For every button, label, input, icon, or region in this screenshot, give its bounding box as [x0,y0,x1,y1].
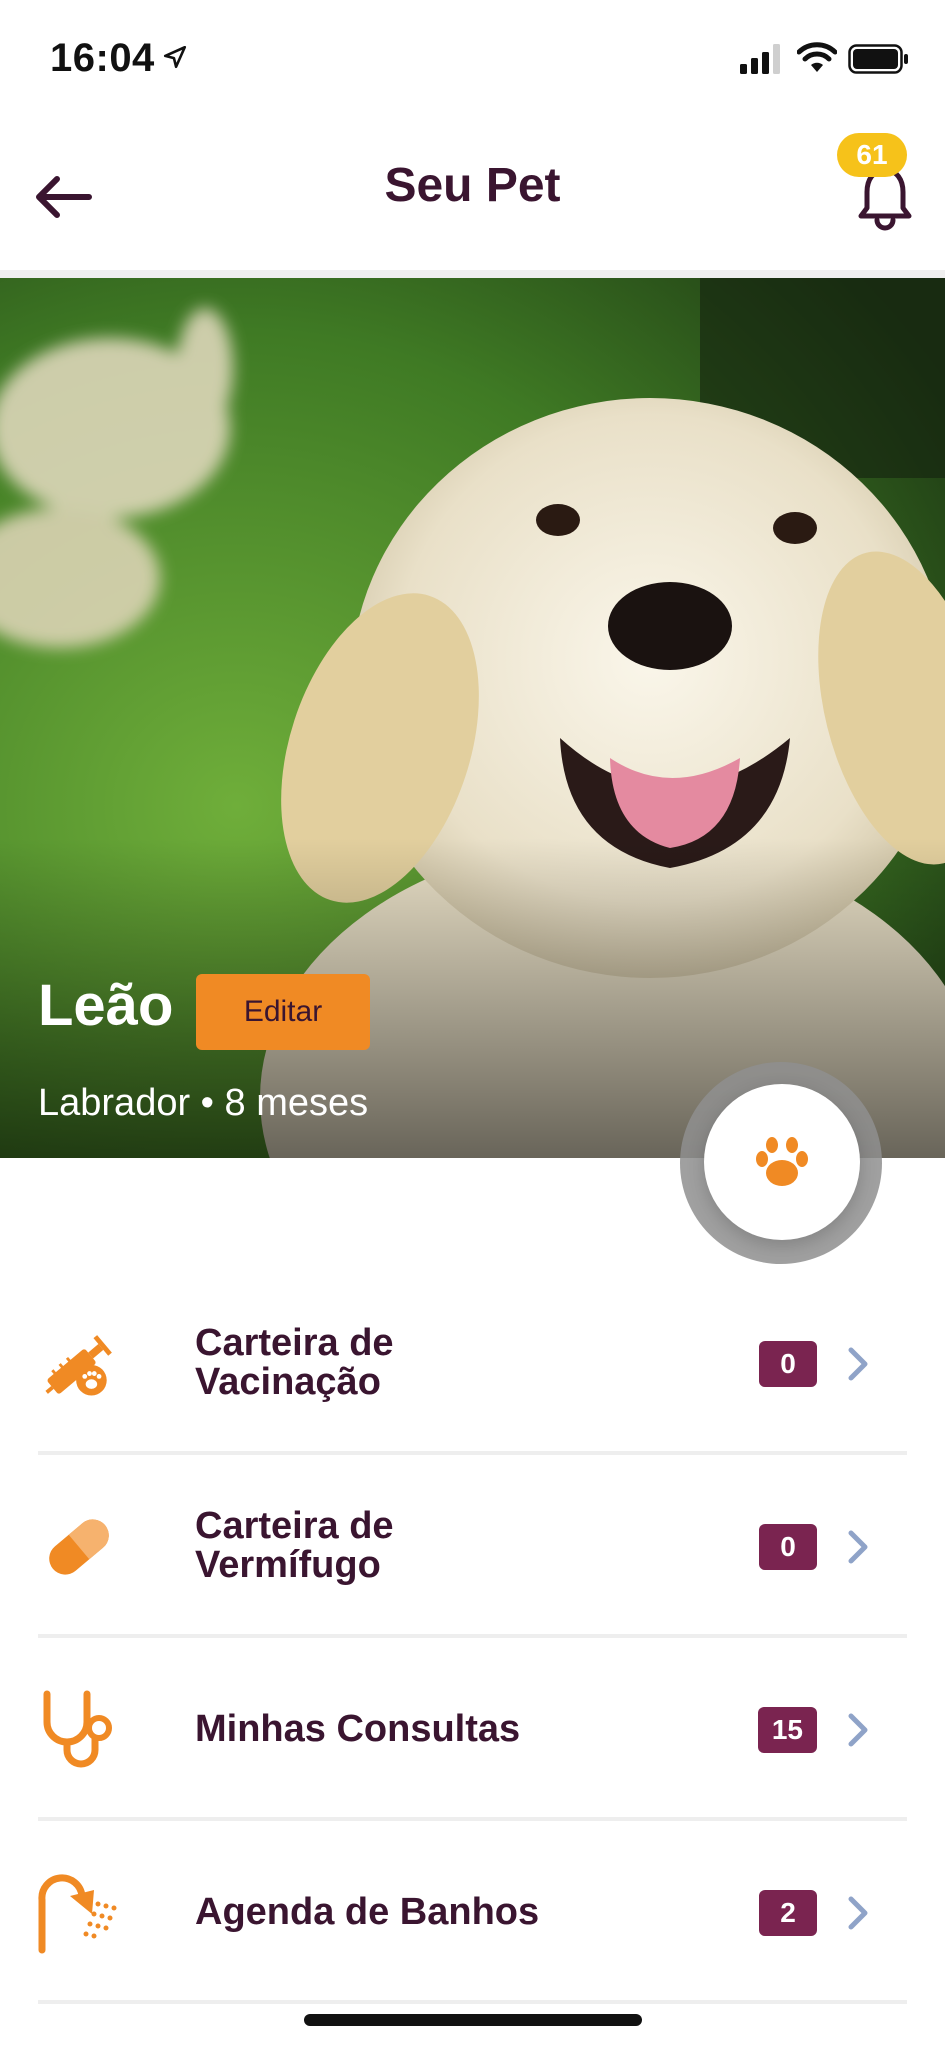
stethoscope-icon [36,1687,122,1773]
location-arrow-icon [163,45,187,69]
pet-breed-age: Labrador • 8 meses [38,1082,369,1124]
count-badge: 15 [757,1706,817,1753]
pet-hero: Leão Editar Labrador • 8 meses [0,278,945,1158]
notification-count-badge: 61 [837,133,907,177]
label-line-1: Minhas Consultas [195,1707,521,1750]
syringe-paw-icon [36,1321,122,1407]
pill-icon [36,1504,122,1590]
chevron-right-icon [848,1347,868,1380]
edit-button[interactable]: Editar [196,974,370,1050]
menu-item-vaccination[interactable]: Carteira de Vacinação 0 [0,1272,945,1455]
label-line-1: Agenda de Banhos [195,1890,540,1933]
menu-item-consultations[interactable]: Minhas Consultas 15 [0,1638,945,1821]
battery-icon [848,44,908,74]
paw-icon [756,1137,808,1186]
label-line-1: Carteira de [195,1321,394,1364]
nav-divider [0,270,945,278]
label-line-1: Carteira de [195,1504,394,1547]
count-badge: 0 [759,1523,817,1570]
nav-bar: Seu Pet [0,110,945,270]
menu-divider [38,2000,907,2004]
paw-fab-button[interactable] [704,1084,860,1240]
status-time: 16:04 [50,36,155,80]
label-line-2: Vermífugo [195,1544,381,1587]
signal-icon [740,44,780,74]
shower-icon [36,1870,122,1956]
chevron-right-icon [848,1530,868,1563]
label-line-2: Vacinação [195,1361,381,1404]
menu-item-label: Agenda de Banhos [195,1890,540,1933]
home-indicator [304,2014,642,2026]
count-badge: 0 [759,1340,817,1387]
chevron-right-icon [848,1896,868,1929]
wifi-icon [797,42,837,72]
menu-item-baths[interactable]: Agenda de Banhos 2 [0,1821,945,2004]
status-bar: 16:04 [0,0,945,110]
pet-name: Leão [38,973,174,1038]
chevron-right-icon [848,1713,868,1746]
pet-menu-list: Carteira de Vacinação 0 Carteira de Verm… [0,1272,945,2004]
menu-item-label: Minhas Consultas [195,1707,521,1750]
menu-item-label: Carteira de Vermífugo [195,1504,394,1587]
menu-item-deworming[interactable]: Carteira de Vermífugo 0 [0,1455,945,1638]
page-title: Seu Pet [384,159,561,212]
count-badge: 2 [759,1889,817,1936]
menu-item-label: Carteira de Vacinação [195,1321,394,1404]
